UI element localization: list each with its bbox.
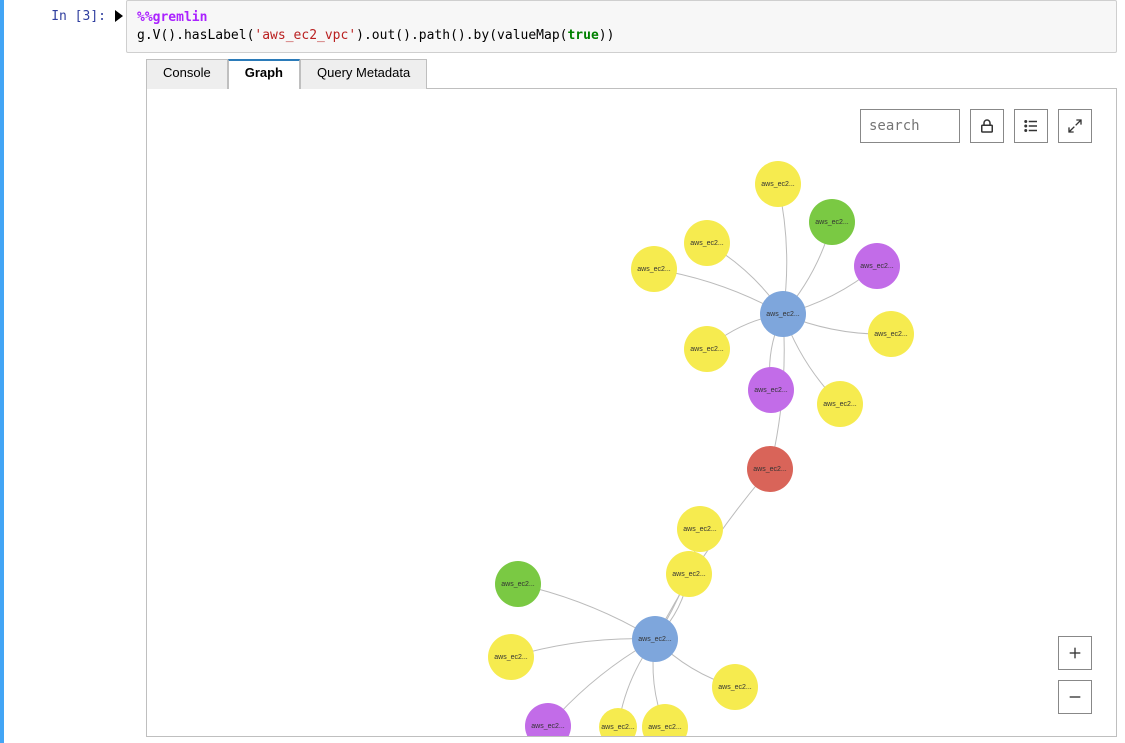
graph-node[interactable]: aws_ec2... — [631, 246, 677, 292]
graph-node[interactable]: aws_ec2... — [760, 291, 806, 337]
tab-console[interactable]: Console — [146, 59, 228, 89]
cell-output: Console Graph Query Metadata aws_ec2...a… — [4, 53, 1125, 737]
lock-icon — [978, 117, 996, 135]
zoom-out-button[interactable] — [1058, 680, 1092, 714]
graph-canvas[interactable]: aws_ec2...aws_ec2...aws_ec2...aws_ec2...… — [147, 89, 1116, 736]
list-icon — [1022, 117, 1040, 135]
graph-node[interactable]: aws_ec2... — [677, 506, 723, 552]
graph-node[interactable]: aws_ec2... — [854, 243, 900, 289]
zoom-controls — [1058, 636, 1092, 714]
fullscreen-button[interactable] — [1058, 109, 1092, 143]
graph-node[interactable]: aws_ec2... — [755, 161, 801, 207]
tab-query-metadata[interactable]: Query Metadata — [300, 59, 427, 89]
graph-node[interactable]: aws_ec2... — [747, 446, 793, 492]
graph-search-input[interactable] — [860, 109, 960, 143]
graph-visualization-pane[interactable]: aws_ec2...aws_ec2...aws_ec2...aws_ec2...… — [146, 89, 1117, 737]
output-tabs: Console Graph Query Metadata — [146, 59, 1117, 89]
graph-node[interactable]: aws_ec2... — [495, 561, 541, 607]
graph-node[interactable]: aws_ec2... — [642, 704, 688, 736]
graph-node[interactable]: aws_ec2... — [599, 708, 637, 736]
graph-node[interactable]: aws_ec2... — [488, 634, 534, 680]
graph-node[interactable]: aws_ec2... — [684, 326, 730, 372]
cell-prompt: In [3]: — [4, 0, 114, 24]
graph-node[interactable]: aws_ec2... — [817, 381, 863, 427]
lock-layout-button[interactable] — [970, 109, 1004, 143]
graph-node[interactable]: aws_ec2... — [632, 616, 678, 662]
graph-node[interactable]: aws_ec2... — [666, 551, 712, 597]
graph-node[interactable]: aws_ec2... — [868, 311, 914, 357]
expand-icon — [1067, 118, 1083, 134]
zoom-in-button[interactable] — [1058, 636, 1092, 670]
magic-command: %%gremlin — [137, 10, 207, 25]
code-cell: In [3]: %%gremlin g.V().hasLabel('aws_ec… — [4, 0, 1125, 53]
graph-toolbar — [860, 109, 1092, 143]
code-editor[interactable]: %%gremlin g.V().hasLabel('aws_ec2_vpc').… — [126, 0, 1117, 53]
graph-node[interactable]: aws_ec2... — [809, 199, 855, 245]
graph-node[interactable]: aws_ec2... — [748, 367, 794, 413]
minus-icon — [1067, 689, 1083, 705]
plus-icon — [1067, 645, 1083, 661]
graph-node[interactable]: aws_ec2... — [712, 664, 758, 710]
notebook-cell: In [3]: %%gremlin g.V().hasLabel('aws_ec… — [0, 0, 1125, 743]
graph-edge — [655, 469, 770, 639]
details-toggle-button[interactable] — [1014, 109, 1048, 143]
tab-graph[interactable]: Graph — [228, 59, 300, 89]
run-cell-icon[interactable] — [114, 0, 126, 25]
graph-node[interactable]: aws_ec2... — [684, 220, 730, 266]
